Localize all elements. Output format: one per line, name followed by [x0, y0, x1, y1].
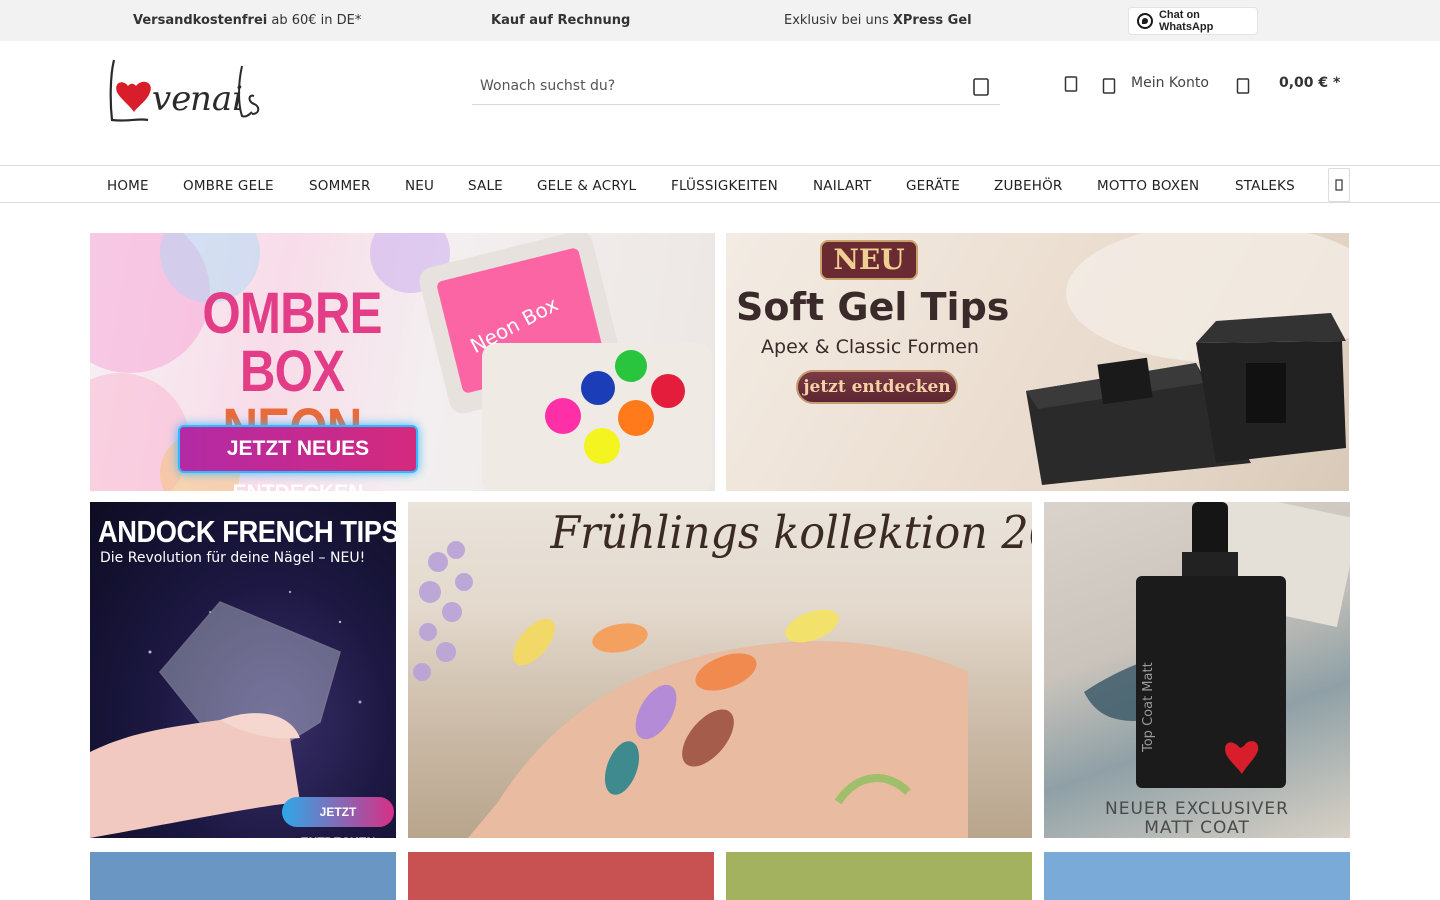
ombre-title-line1: OMBRE BOX: [202, 281, 382, 404]
nav-item-neu[interactable]: NEU: [405, 178, 434, 194]
nav-item-sommer[interactable]: SOMMER: [309, 178, 371, 194]
banner-andock-french-tips[interactable]: ANDOCK FRENCH TIPS Die Revolution für de…: [90, 502, 396, 838]
andock-cta-button[interactable]: JETZT ENTDECKEN: [282, 797, 394, 838]
category-tile-1[interactable]: [90, 852, 396, 900]
nav-item-motto-boxen[interactable]: MOTTO BOXEN: [1097, 178, 1199, 194]
search-bar: [472, 68, 1000, 105]
svg-text:ve: ve: [152, 79, 191, 119]
banner-spring-collection[interactable]: Frühlings kollektion 2026: [408, 502, 1032, 838]
category-tile-2[interactable]: [408, 852, 714, 900]
category-tile-3[interactable]: [726, 852, 1032, 900]
andock-banner-subtitle: Die Revolution für deine Nägel – NEU!: [100, 550, 366, 566]
chevron-right-icon: [1335, 179, 1343, 191]
matt-banner-caption: NEUER EXCLUSIVER MATT COAT: [1044, 800, 1350, 838]
matt-banner-art: Top Coat Matt: [1084, 502, 1350, 788]
whatsapp-label: Chat on WhatsApp: [1158, 9, 1214, 33]
account-icon[interactable]: [1102, 76, 1116, 100]
banner-matt-coat[interactable]: Top Coat Matt NEUER EXCLUSIVER MATT COAT: [1044, 502, 1350, 838]
invoice-info: Kauf auf Rechnung: [491, 13, 631, 28]
softgel-cta-button[interactable]: jetzt entdecken: [796, 370, 958, 404]
spring-banner-title: Frühlings kollektion 2026: [550, 506, 1033, 559]
nav-more-button[interactable]: [1328, 168, 1350, 202]
nav-item-home[interactable]: HOME: [107, 178, 149, 194]
nav-item-gele-acryl[interactable]: GELE & ACRYL: [537, 178, 636, 194]
exclusive-info-bold: XPress Gel: [892, 13, 972, 28]
nav-item-geraete[interactable]: GERÄTE: [906, 178, 960, 194]
logo[interactable]: ve nai: [108, 56, 263, 128]
cart-total[interactable]: 0,00 € *: [1279, 75, 1340, 91]
andock-banner-title: ANDOCK FRENCH TIPS: [98, 514, 396, 549]
shipping-info-bold: Versandkostenfrei: [133, 13, 268, 28]
matt-bottle-label: Top Coat Matt: [1141, 662, 1156, 753]
nav-item-nailart[interactable]: NAILART: [813, 178, 871, 194]
search-icon[interactable]: [972, 76, 992, 98]
search-input[interactable]: [472, 68, 952, 104]
shipping-info-rest: ab 60€ in DE*: [267, 13, 362, 28]
svg-text:nai: nai: [190, 79, 243, 119]
exclusive-info-prefix: Exklusiv bei uns: [784, 13, 893, 28]
wishlist-icon[interactable]: [1064, 74, 1078, 98]
logo-image: ve nai: [109, 59, 260, 122]
top-info-bar: Versandkostenfrei ab 60€ in DE* Kauf auf…: [0, 0, 1440, 41]
whatsapp-chat-button[interactable]: Chat on WhatsApp: [1128, 7, 1258, 35]
nav-item-staleks[interactable]: STALEKS: [1235, 178, 1295, 194]
cart-icon[interactable]: [1236, 76, 1250, 100]
shipping-info: Versandkostenfrei ab 60€ in DE*: [133, 13, 361, 28]
exclusive-info: Exklusiv bei uns XPress Gel: [784, 13, 972, 28]
matt-caption-line1: NEUER EXCLUSIVER: [1105, 799, 1289, 819]
nav-item-sale[interactable]: SALE: [468, 178, 503, 194]
matt-caption-line2: MATT COAT: [1144, 818, 1250, 838]
whatsapp-icon: [1137, 13, 1153, 29]
softgel-banner-subtitle: Apex & Classic Formen: [761, 336, 979, 358]
banner-ombre-box-neon[interactable]: Neon Box OMBRE BOX NEON JETZT NEUES ENTD…: [90, 233, 715, 491]
account-link[interactable]: Mein Konto: [1131, 75, 1209, 91]
softgel-new-badge: NEU: [820, 240, 918, 280]
main-navigation: HOME OMBRE GELE SOMMER NEU SALE GELE & A…: [0, 165, 1440, 203]
nav-item-ombre-gele[interactable]: OMBRE GELE: [183, 178, 274, 194]
softgel-banner-title: Soft Gel Tips: [736, 285, 1010, 329]
nav-item-fluessigkeiten[interactable]: FLÜSSIGKEITEN: [671, 178, 778, 194]
banner-soft-gel-tips[interactable]: NEU Soft Gel Tips Apex & Classic Formen …: [726, 233, 1349, 491]
category-tile-4[interactable]: [1044, 852, 1350, 900]
ombre-cta-button[interactable]: JETZT NEUES ENTDECKEN: [178, 425, 418, 491]
nav-item-zubehoer[interactable]: ZUBEHÖR: [994, 178, 1062, 194]
